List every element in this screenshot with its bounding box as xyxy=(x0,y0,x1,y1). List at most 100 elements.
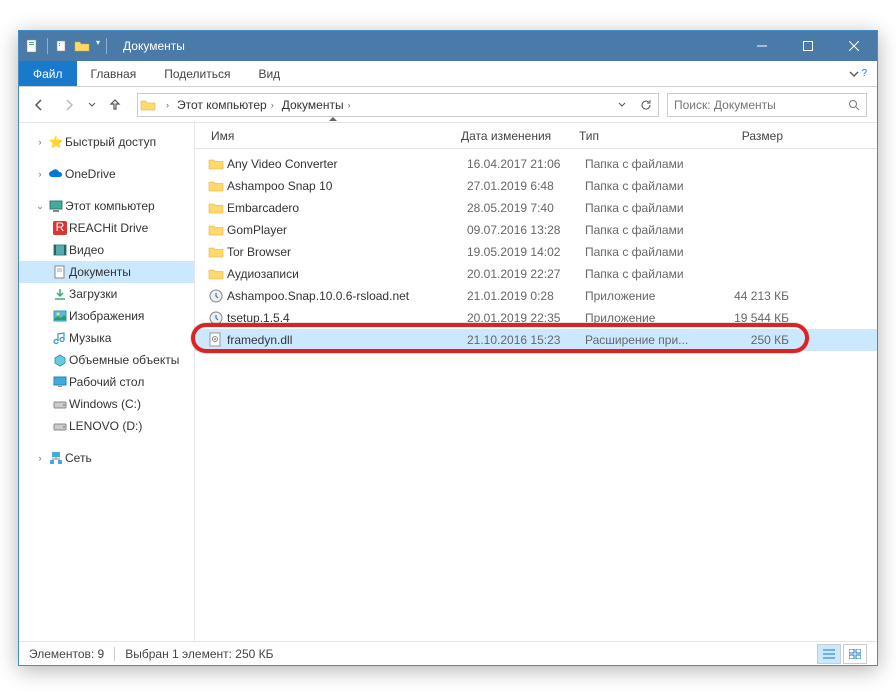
ribbon-expand-button[interactable]: ? xyxy=(839,61,877,86)
sidebar-item-reachit[interactable]: RREACHit Drive xyxy=(19,217,194,239)
file-row[interactable]: Any Video Converter16.04.2017 21:06Папка… xyxy=(195,153,877,175)
breadcrumb-thispc[interactable]: Этот компьютер› xyxy=(173,94,278,116)
column-size[interactable]: Размер xyxy=(701,123,801,148)
file-row[interactable]: GomPlayer09.07.2016 13:28Папка с файлами xyxy=(195,219,877,241)
ribbon: Файл Главная Поделиться Вид ? xyxy=(19,61,877,87)
file-row[interactable]: Embarcadero28.05.2019 7:40Папка с файлам… xyxy=(195,197,877,219)
sidebar-item-quick-access[interactable]: ›⭐Быстрый доступ xyxy=(19,131,194,153)
file-name: Any Video Converter xyxy=(227,157,467,171)
sidebar-item-downloads[interactable]: Загрузки xyxy=(19,283,194,305)
sidebar-item-c-drive[interactable]: Windows (C:) xyxy=(19,393,194,415)
sidebar-item-onedrive[interactable]: ›OneDrive xyxy=(19,163,194,185)
up-button[interactable] xyxy=(101,91,129,119)
column-date[interactable]: Дата изменения xyxy=(461,123,579,148)
file-name: Embarcadero xyxy=(227,201,467,215)
sidebar-item-music[interactable]: Музыка xyxy=(19,327,194,349)
disk-icon xyxy=(51,420,69,432)
sidebar-item-d-drive[interactable]: LENOVO (D:) xyxy=(19,415,194,437)
file-type: Папка с файлами xyxy=(585,223,707,237)
file-row[interactable]: Аудиозаписи20.01.2019 22:27Папка с файла… xyxy=(195,263,877,285)
file-row[interactable]: Ashampoo.Snap.10.0.6-rsload.net21.01.201… xyxy=(195,285,877,307)
file-type: Папка с файлами xyxy=(585,201,707,215)
file-name: Tor Browser xyxy=(227,245,467,259)
file-type: Папка с файлами xyxy=(585,267,707,281)
column-type[interactable]: Тип xyxy=(579,123,701,148)
sidebar-item-documents[interactable]: Документы xyxy=(19,261,194,283)
star-icon: ⭐ xyxy=(47,135,65,149)
search-box[interactable] xyxy=(667,93,867,117)
properties-icon[interactable] xyxy=(25,38,41,54)
explorer-window: ▾ Документы Файл Главная Поделиться Вид … xyxy=(18,30,878,666)
sidebar-item-desktop[interactable]: Рабочий стол xyxy=(19,371,194,393)
folder-icon xyxy=(205,179,227,193)
tab-file[interactable]: Файл xyxy=(19,61,77,86)
disk-icon xyxy=(51,398,69,410)
file-name: tsetup.1.5.4 xyxy=(227,311,467,325)
file-date: 16.04.2017 21:06 xyxy=(467,157,585,171)
pc-icon xyxy=(47,199,65,213)
folder-icon xyxy=(205,245,227,259)
recent-dropdown[interactable] xyxy=(85,91,99,119)
maximize-button[interactable] xyxy=(785,31,831,61)
forward-button[interactable] xyxy=(55,91,83,119)
back-button[interactable] xyxy=(25,91,53,119)
view-thumbnails-button[interactable] xyxy=(843,644,867,664)
tab-share[interactable]: Поделиться xyxy=(150,61,244,86)
column-headers: Имя Дата изменения Тип Размер xyxy=(195,123,877,149)
folder-icon xyxy=(205,157,227,171)
file-size: 19 544 КБ xyxy=(707,311,807,325)
folder-icon xyxy=(74,38,90,54)
minimize-button[interactable] xyxy=(739,31,785,61)
file-size: 250 КБ xyxy=(707,333,807,347)
sidebar-item-pictures[interactable]: Изображения xyxy=(19,305,194,327)
file-name: framedyn.dll xyxy=(227,333,467,347)
search-input[interactable] xyxy=(668,98,842,112)
column-name[interactable]: Имя xyxy=(205,123,461,148)
address-dropdown[interactable] xyxy=(610,94,634,116)
file-row[interactable]: Tor Browser19.05.2019 14:02Папка с файла… xyxy=(195,241,877,263)
tab-home[interactable]: Главная xyxy=(77,61,151,86)
file-name: Ashampoo Snap 10 xyxy=(227,179,467,193)
titlebar[interactable]: ▾ Документы xyxy=(19,31,877,61)
file-row[interactable]: framedyn.dll21.10.2016 15:23Расширение п… xyxy=(195,329,877,351)
breadcrumb-root-chevron[interactable]: › xyxy=(158,94,173,116)
file-date: 19.05.2019 14:02 xyxy=(467,245,585,259)
file-row[interactable]: Ashampoo Snap 1027.01.2019 6:48Папка с ф… xyxy=(195,175,877,197)
file-list[interactable]: Any Video Converter16.04.2017 21:06 Папка… xyxy=(195,149,877,641)
folder-icon xyxy=(205,223,227,237)
view-details-button[interactable] xyxy=(817,644,841,664)
file-row[interactable]: tsetup.1.5.420.01.2019 22:35Приложение19… xyxy=(195,307,877,329)
file-date: 09.07.2016 13:28 xyxy=(467,223,585,237)
tab-view[interactable]: Вид xyxy=(244,61,294,86)
sidebar-item-videos[interactable]: Видео xyxy=(19,239,194,261)
qat-icon[interactable] xyxy=(54,38,70,54)
file-name: Ashampoo.Snap.10.0.6-rsload.net xyxy=(227,289,467,303)
network-icon xyxy=(47,451,65,465)
status-bar: Элементов: 9 Выбран 1 элемент: 250 КБ xyxy=(19,641,877,665)
qat-dropdown[interactable]: ▾ xyxy=(96,38,100,54)
location-icon xyxy=(138,98,158,112)
close-button[interactable] xyxy=(831,31,877,61)
cloud-icon xyxy=(47,168,65,180)
sidebar-item-thispc[interactable]: ⌄Этот компьютер xyxy=(19,195,194,217)
file-type: Расширение при... xyxy=(585,333,707,347)
documents-icon xyxy=(51,265,69,279)
music-icon xyxy=(51,331,69,345)
file-type: Приложение xyxy=(585,289,707,303)
download-icon xyxy=(51,287,69,301)
dll-icon xyxy=(205,332,227,348)
folder-icon xyxy=(205,267,227,281)
refresh-button[interactable] xyxy=(634,94,658,116)
file-name: Аудиозаписи xyxy=(227,267,467,281)
breadcrumb-documents[interactable]: Документы› xyxy=(278,94,355,116)
search-icon[interactable] xyxy=(842,99,866,111)
file-date: 27.01.2019 6:48 xyxy=(467,179,585,193)
address-bar[interactable]: › Этот компьютер› Документы› xyxy=(137,93,659,117)
file-date: 20.01.2019 22:35 xyxy=(467,311,585,325)
sidebar-item-3d[interactable]: Объемные объекты xyxy=(19,349,194,371)
cube-icon xyxy=(51,353,69,367)
sidebar-item-network[interactable]: ›Сеть xyxy=(19,447,194,469)
video-icon xyxy=(51,244,69,256)
svg-text:R: R xyxy=(56,221,65,234)
pictures-icon xyxy=(51,310,69,322)
